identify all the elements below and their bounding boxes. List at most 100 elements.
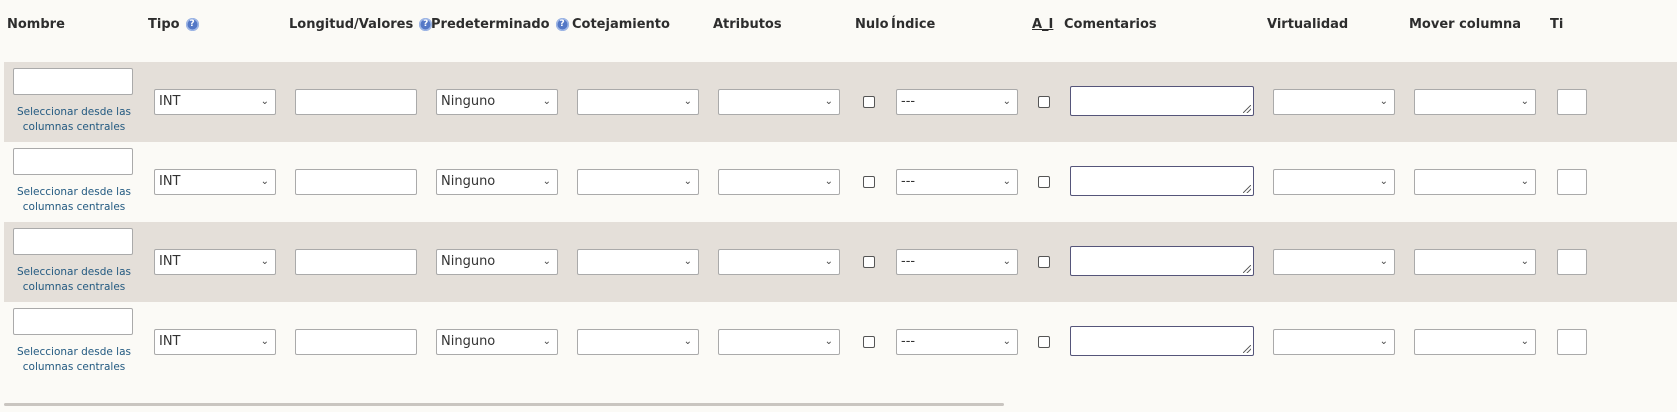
virtuality-select[interactable]: ⌄ <box>1273 169 1395 195</box>
attributes-select[interactable]: ⌄ <box>718 169 840 195</box>
length-values-input[interactable] <box>295 89 417 115</box>
null-checkbox[interactable] <box>863 256 875 268</box>
header-mover-columna: Mover columna <box>1409 17 1522 32</box>
help-icon[interactable]: ? <box>555 18 569 31</box>
truncated-select[interactable] <box>1557 249 1587 275</box>
header-longitud: Longitud/Valores? <box>289 17 433 32</box>
index-select-value: --- <box>901 174 916 189</box>
length-values-input[interactable] <box>295 169 417 195</box>
chevron-down-icon: ⌄ <box>683 176 692 187</box>
central-columns-link[interactable]: Seleccionar desde las columnas centrales <box>14 345 134 375</box>
attributes-select[interactable]: ⌄ <box>718 89 840 115</box>
move-column-select[interactable]: ⌄ <box>1414 169 1536 195</box>
resize-grip-icon[interactable] <box>1243 105 1251 113</box>
length-values-input[interactable] <box>295 249 417 275</box>
null-checkbox[interactable] <box>863 96 875 108</box>
chevron-down-icon: ⌄ <box>542 96 551 107</box>
virtuality-select[interactable]: ⌄ <box>1273 329 1395 355</box>
default-select[interactable]: Ninguno ⌄ <box>436 249 558 275</box>
collation-select[interactable]: ⌄ <box>577 169 699 195</box>
chevron-down-icon: ⌄ <box>1520 256 1529 267</box>
comments-textarea[interactable] <box>1070 326 1254 356</box>
comments-textarea[interactable] <box>1070 86 1254 116</box>
chevron-down-icon: ⌄ <box>260 176 269 187</box>
type-select-value: INT <box>159 94 181 109</box>
truncated-select[interactable] <box>1557 89 1587 115</box>
column-name-input[interactable] <box>13 148 133 175</box>
move-column-select[interactable]: ⌄ <box>1414 249 1536 275</box>
default-select[interactable]: Ninguno ⌄ <box>436 89 558 115</box>
type-select[interactable]: INT ⌄ <box>154 249 276 275</box>
column-name-input[interactable] <box>13 308 133 335</box>
chevron-down-icon: ⌄ <box>1379 256 1388 267</box>
null-checkbox[interactable] <box>863 336 875 348</box>
comments-textarea[interactable] <box>1070 246 1254 276</box>
chevron-down-icon: ⌄ <box>1520 336 1529 347</box>
null-checkbox[interactable] <box>863 176 875 188</box>
move-column-select[interactable]: ⌄ <box>1414 89 1536 115</box>
collation-select[interactable]: ⌄ <box>577 249 699 275</box>
collation-select[interactable]: ⌄ <box>577 329 699 355</box>
column-definition-table: Nombre Tipo? Longitud/Valores? Predeterm… <box>0 0 1677 412</box>
central-columns-link[interactable]: Seleccionar desde las columnas centrales <box>14 185 134 215</box>
auto-increment-checkbox[interactable] <box>1038 336 1050 348</box>
auto-increment-checkbox[interactable] <box>1038 256 1050 268</box>
header-cotejamiento: Cotejamiento <box>572 17 670 32</box>
chevron-down-icon: ⌄ <box>683 336 692 347</box>
index-select[interactable]: --- ⌄ <box>896 329 1018 355</box>
type-select[interactable]: INT ⌄ <box>154 169 276 195</box>
index-select-value: --- <box>901 254 916 269</box>
collation-select[interactable]: ⌄ <box>577 89 699 115</box>
virtuality-select[interactable]: ⌄ <box>1273 249 1395 275</box>
move-column-select[interactable]: ⌄ <box>1414 329 1536 355</box>
central-columns-link[interactable]: Seleccionar desde las columnas centrales <box>14 265 134 295</box>
header-nulo: Nulo <box>855 17 889 32</box>
attributes-select[interactable]: ⌄ <box>718 249 840 275</box>
default-select-value: Ninguno <box>441 254 496 269</box>
chevron-down-icon: ⌄ <box>1002 256 1011 267</box>
chevron-down-icon: ⌄ <box>824 256 833 267</box>
table-row: Seleccionar desde las columnas centrales… <box>4 302 1677 382</box>
default-select-value: Ninguno <box>441 174 496 189</box>
chevron-down-icon: ⌄ <box>260 96 269 107</box>
truncated-select[interactable] <box>1557 329 1587 355</box>
index-select[interactable]: --- ⌄ <box>896 169 1018 195</box>
column-name-input[interactable] <box>13 68 133 95</box>
chevron-down-icon: ⌄ <box>1379 336 1388 347</box>
chevron-down-icon: ⌄ <box>683 96 692 107</box>
table-header: Nombre Tipo? Longitud/Valores? Predeterm… <box>0 0 1677 62</box>
chevron-down-icon: ⌄ <box>824 96 833 107</box>
header-predeterminado: Predeterminado? <box>431 17 569 32</box>
resize-grip-icon[interactable] <box>1243 185 1251 193</box>
type-select[interactable]: INT ⌄ <box>154 329 276 355</box>
chevron-down-icon: ⌄ <box>1520 176 1529 187</box>
chevron-down-icon: ⌄ <box>1002 336 1011 347</box>
default-select[interactable]: Ninguno ⌄ <box>436 329 558 355</box>
auto-increment-checkbox[interactable] <box>1038 96 1050 108</box>
type-select-value: INT <box>159 174 181 189</box>
attributes-select[interactable]: ⌄ <box>718 329 840 355</box>
chevron-down-icon: ⌄ <box>1002 176 1011 187</box>
chevron-down-icon: ⌄ <box>824 176 833 187</box>
index-select[interactable]: --- ⌄ <box>896 249 1018 275</box>
virtuality-select[interactable]: ⌄ <box>1273 89 1395 115</box>
chevron-down-icon: ⌄ <box>1379 176 1388 187</box>
central-columns-link[interactable]: Seleccionar desde las columnas centrales <box>14 105 134 135</box>
resize-grip-icon[interactable] <box>1243 345 1251 353</box>
type-select[interactable]: INT ⌄ <box>154 89 276 115</box>
auto-increment-checkbox[interactable] <box>1038 176 1050 188</box>
column-name-input[interactable] <box>13 228 133 255</box>
horizontal-scrollbar[interactable] <box>4 403 1004 406</box>
header-tipo: Tipo? <box>148 17 199 32</box>
resize-grip-icon[interactable] <box>1243 265 1251 273</box>
comments-textarea[interactable] <box>1070 166 1254 196</box>
index-select-value: --- <box>901 334 916 349</box>
default-select[interactable]: Ninguno ⌄ <box>436 169 558 195</box>
truncated-select[interactable] <box>1557 169 1587 195</box>
index-select[interactable]: --- ⌄ <box>896 89 1018 115</box>
help-icon[interactable]: ? <box>185 18 199 31</box>
length-values-input[interactable] <box>295 329 417 355</box>
type-select-value: INT <box>159 334 181 349</box>
chevron-down-icon: ⌄ <box>260 336 269 347</box>
header-truncated: Ti <box>1550 17 1564 32</box>
